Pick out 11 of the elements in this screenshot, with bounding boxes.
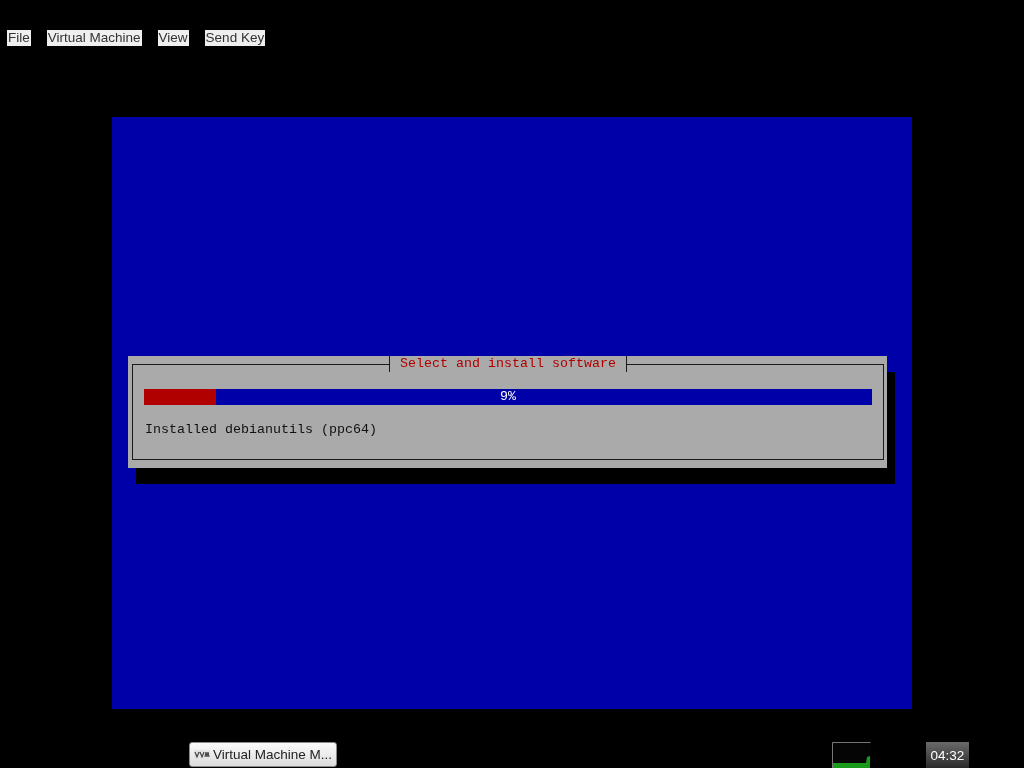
menu-item[interactable]: Send Key	[204, 30, 266, 46]
progress-percent: 9%	[500, 389, 516, 405]
app-icon	[194, 750, 210, 759]
activity-graph-icon	[832, 742, 871, 768]
menu-item[interactable]: File	[7, 30, 31, 46]
menu-item[interactable]: Virtual Machine	[46, 30, 142, 46]
clock: 04:32	[926, 742, 969, 768]
menu-item[interactable]: View	[157, 30, 189, 46]
taskbar-button[interactable]: Virtual Machine M...	[189, 742, 337, 767]
dialog-title: Select and install software	[389, 356, 627, 372]
status-text: Installed debianutils (ppc64)	[144, 422, 377, 438]
